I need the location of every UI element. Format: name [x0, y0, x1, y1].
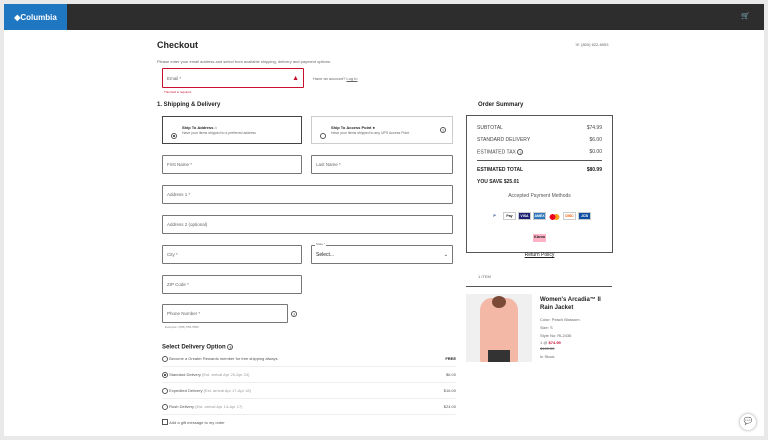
page-title: Checkout — [157, 40, 199, 50]
quantity: 1 @ — [540, 340, 548, 345]
address1-input[interactable]: Address 1 * — [162, 185, 453, 204]
delivery-value: $6.00 — [589, 137, 602, 143]
return-policy-link[interactable]: Return Policy — [477, 252, 602, 258]
you-save: YOU SAVE $25.01 — [477, 179, 520, 186]
klarna-icon: Klarna — [533, 234, 546, 243]
option-price: $6.00 — [445, 372, 456, 377]
address2-input[interactable]: Address 2 (optional) — [162, 215, 453, 234]
radio[interactable] — [162, 371, 168, 378]
amex-icon: AMEX — [533, 212, 546, 221]
option-price: $16.00 — [443, 388, 456, 393]
option-label: Expedited Delivery — [169, 388, 203, 393]
sale-price: $74.99 — [548, 340, 561, 345]
email-input[interactable]: Email * ▲ — [162, 68, 304, 88]
item-count: 1 ITEM — [478, 274, 491, 279]
login-link[interactable]: Log In — [346, 76, 357, 81]
product-color: Color: Peach Blossom — [540, 317, 580, 322]
help-icon[interactable]: ? — [227, 344, 234, 350]
ship-to-access-point-option[interactable]: Ship To Access Point ● Have your items s… — [311, 116, 453, 144]
product-name[interactable]: Women's Arcadia™ II Rain Jacket — [540, 296, 612, 312]
original-price: $100.00 — [540, 346, 555, 351]
phone-hint: Example: (555) 555-5555 — [165, 325, 199, 329]
radio[interactable] — [162, 387, 168, 394]
delivery-title: Select Delivery Option ? — [162, 344, 234, 351]
option-label: Become a Greater Rewards member for free… — [169, 356, 278, 361]
phone-number[interactable]: ☏ (800) 622-6953 — [575, 42, 608, 47]
state-value: Select... — [316, 251, 335, 258]
option-label: Rush Delivery — [169, 404, 195, 409]
home-icon: ⌂ — [214, 125, 217, 130]
chat-icon[interactable]: 💬 — [740, 414, 756, 430]
jcb-icon: JCB — [578, 212, 591, 221]
radio-access-point[interactable] — [320, 132, 326, 139]
product-size: Size: S — [540, 325, 553, 330]
option-eta: (Est. arrival Apr 17-Apr 18) — [203, 388, 251, 393]
discover-icon: DISC — [563, 212, 576, 221]
email-error: This field is required. — [164, 90, 192, 94]
option-label: Ship To Address — [182, 125, 214, 130]
gift-label: Add a gift message to my order — [169, 419, 225, 425]
first-name-input[interactable]: First Name * — [162, 155, 302, 174]
option-desc: Have your items shipped to a preferred a… — [182, 131, 256, 135]
gift-message-option[interactable]: Add a gift message to my order — [162, 419, 225, 425]
state-select[interactable]: Select... ⌄ — [311, 245, 453, 264]
help-icon[interactable]: ? — [440, 127, 446, 133]
option-desc: Have your items shipped to any UPS Acces… — [331, 131, 410, 135]
delivery-option-expedited[interactable]: Expedited Delivery (Est. arrival Apr 17-… — [162, 383, 456, 399]
intro-text: Please enter your email address and sele… — [157, 59, 332, 64]
order-summary-title: Order Summary — [478, 102, 524, 108]
paypal-icon: P — [493, 214, 496, 219]
state-label: State * — [315, 242, 327, 246]
option-eta: (Est. arrival Apr 20-Apr 24) — [202, 372, 250, 377]
site-header: ◆Columbia 🛒 — [4, 4, 764, 30]
help-icon[interactable]: ? — [291, 311, 297, 317]
tax-label: ESTIMATED TAX — [477, 149, 516, 156]
total-label: ESTIMATED TOTAL — [477, 167, 524, 174]
help-icon[interactable]: ? — [517, 149, 524, 155]
delivery-option-rush[interactable]: Rush Delivery (Est. arrival Apr 14-Apr 1… — [162, 399, 456, 415]
option-label: Standard Delivery — [169, 372, 201, 377]
email-placeholder: Email * — [167, 75, 182, 81]
last-name-input[interactable]: Last Name * — [311, 155, 453, 174]
browser-window: ◆Columbia 🛒 Checkout ☏ (800) 622-6953 Pl… — [4, 4, 764, 436]
payment-icons: P PayVISAAMEXMCDISCJCB Klarna — [477, 204, 602, 243]
account-text: Have an account? — [313, 76, 346, 81]
stock-status: In Stock — [540, 354, 555, 359]
shipping-title: 1. Shipping & Delivery — [157, 102, 221, 108]
mastercard-icon: MC — [548, 213, 561, 222]
divider — [466, 286, 612, 287]
location-pin-icon: ● — [372, 125, 375, 130]
product-image[interactable] — [466, 294, 532, 362]
payment-title: Accepted Payment Methods — [508, 193, 571, 200]
tax-value: $0.00 — [589, 149, 602, 155]
phone-input[interactable]: Phone Number * — [162, 304, 288, 323]
gift-checkbox[interactable] — [162, 419, 168, 425]
option-eta: (Est. arrival Apr 14-Apr 17) — [195, 404, 243, 409]
chevron-down-icon: ⌄ — [443, 251, 448, 258]
delivery-label: STANDARD DELIVERY — [477, 137, 531, 143]
zip-input[interactable]: ZIP Code * — [162, 275, 302, 294]
total-value: $80.99 — [586, 167, 602, 174]
option-price: FREE — [445, 356, 456, 361]
option-label: Ship To Access Point — [331, 125, 372, 130]
ship-to-address-option[interactable]: Ship To Address ⌂ Have your items shippe… — [162, 116, 302, 144]
cart-icon[interactable]: 🛒 — [741, 12, 750, 20]
delivery-option-rewards[interactable]: Become a Greater Rewards member for free… — [162, 351, 456, 367]
columbia-logo[interactable]: ◆Columbia — [4, 4, 67, 30]
apple-pay-icon: Pay — [503, 212, 516, 221]
subtotal-label: SUBTOTAL — [477, 125, 503, 131]
order-summary-box: SUBTOTAL $74.99 STANDARD DELIVERY $6.00 ES… — [466, 115, 613, 258]
radio[interactable] — [162, 355, 168, 362]
subtotal-value: $74.99 — [586, 125, 602, 131]
radio[interactable] — [162, 403, 168, 410]
product-style: Style No: RL2436 — [540, 333, 572, 338]
city-input[interactable]: City * — [162, 245, 302, 264]
radio-ship-address[interactable] — [171, 132, 177, 139]
option-price: $24.00 — [443, 404, 456, 409]
delivery-option-standard[interactable]: Standard Delivery (Est. arrival Apr 20-A… — [162, 367, 456, 383]
visa-icon: VISA — [518, 212, 531, 221]
warning-icon: ▲ — [292, 74, 299, 82]
